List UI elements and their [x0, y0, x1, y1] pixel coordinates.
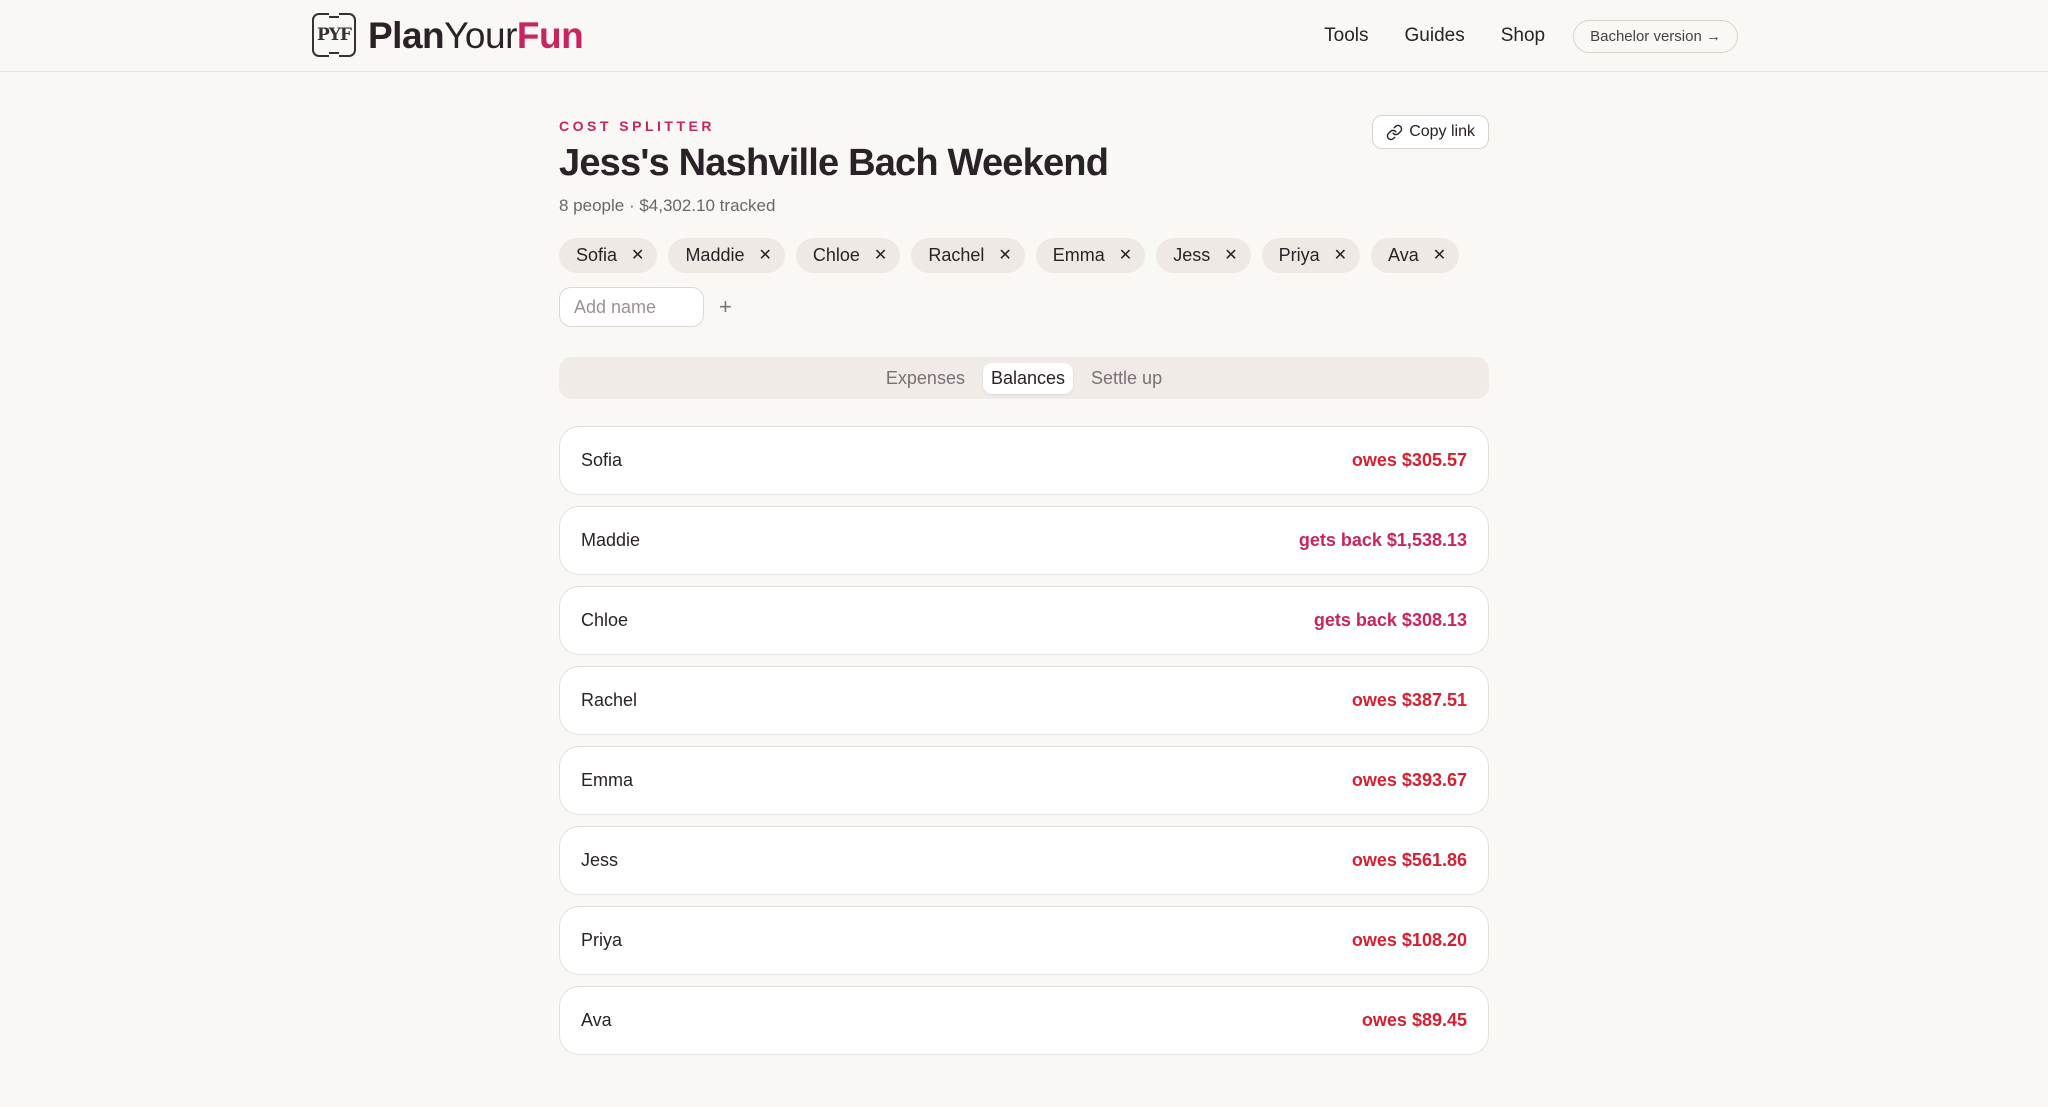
brand-name-plan: Plan	[368, 14, 445, 56]
balance-row: Sofia owes $305.57	[559, 426, 1489, 495]
logo-mark-text: PYF	[317, 25, 352, 45]
page-title: Jess's Nashville Bach Weekend	[559, 142, 1109, 184]
brand-name-your: Your	[444, 14, 517, 56]
logo-ticket-icon: PYF	[312, 11, 356, 59]
nav-link-shop[interactable]: Shop	[1501, 25, 1545, 47]
person-chip-label: Priya	[1278, 245, 1320, 265]
balance-person-name: Sofia	[581, 450, 623, 470]
link-icon	[1386, 124, 1403, 140]
cost-splitter-panel: COST SPLITTER Jess's Nashville Bach Week…	[559, 72, 1489, 1066]
person-chip-label: Emma	[1052, 245, 1105, 265]
balance-person-name: Jess	[581, 850, 619, 870]
balance-row: Priya owes $108.20	[559, 906, 1489, 975]
balance-row: Ava owes $89.45	[559, 986, 1489, 1055]
main-nav: Tools Guides Shop Bachelor version →	[1288, 0, 1738, 72]
person-chip-label: Maddie	[685, 245, 745, 265]
bachelor-version-button[interactable]: Bachelor version →	[1573, 19, 1738, 53]
person-chip: Emma ✕	[1035, 238, 1146, 273]
balance-row: Jess owes $561.86	[559, 826, 1489, 895]
balance-person-name: Ava	[581, 1010, 612, 1030]
top-navigation-bar: PYF PlanYourFun Tools Guides Shop Bachel…	[0, 0, 2048, 72]
person-chip: Maddie ✕	[668, 238, 785, 273]
balance-amount: gets back $1,538.13	[1298, 530, 1467, 550]
close-icon[interactable]: ✕	[874, 247, 887, 264]
tab-balances[interactable]: Balances	[982, 362, 1074, 394]
view-tabs: Expenses Balances Settle up	[559, 357, 1489, 399]
balance-amount: owes $393.67	[1351, 770, 1467, 790]
add-person-row: +	[559, 287, 1489, 327]
trip-summary: 8 people · $4,302.10 tracked	[559, 196, 776, 215]
people-chips: Sofia ✕ Maddie ✕ Chloe ✕ Rachel ✕ Emma ✕…	[559, 238, 1489, 273]
person-chip: Rachel ✕	[911, 238, 1025, 273]
copy-link-label: Copy link	[1409, 123, 1475, 140]
add-name-input[interactable]	[559, 287, 704, 327]
balance-row: Rachel owes $387.51	[559, 666, 1489, 735]
close-icon[interactable]: ✕	[1224, 247, 1237, 264]
close-icon[interactable]: ✕	[1119, 247, 1132, 264]
balance-person-name: Priya	[581, 930, 623, 950]
close-icon[interactable]: ✕	[1334, 247, 1347, 264]
close-icon[interactable]: ✕	[631, 247, 644, 264]
balance-amount: owes $108.20	[1351, 930, 1467, 950]
balance-person-name: Maddie	[581, 530, 641, 550]
person-chip-label: Jess	[1173, 245, 1211, 265]
nav-link-guides[interactable]: Guides	[1405, 25, 1465, 47]
balance-row: Emma owes $393.67	[559, 746, 1489, 815]
person-chip-label: Sofia	[576, 245, 618, 265]
close-icon[interactable]: ✕	[1433, 247, 1446, 264]
balance-row: Maddie gets back $1,538.13	[559, 506, 1489, 575]
close-icon[interactable]: ✕	[758, 247, 771, 264]
section-eyebrow: COST SPLITTER	[559, 118, 715, 134]
person-chip: Chloe ✕	[795, 238, 901, 273]
balance-person-name: Emma	[581, 770, 634, 790]
copy-link-button[interactable]: Copy link	[1372, 115, 1489, 149]
person-chip: Ava ✕	[1371, 238, 1460, 273]
brand-name-fun: Fun	[516, 14, 584, 56]
balances-list: Sofia owes $305.57 Maddie gets back $1,5…	[559, 426, 1489, 1055]
brand-name: PlanYourFun	[368, 14, 584, 56]
tab-settle-up[interactable]: Settle up	[1083, 363, 1170, 394]
person-chip: Jess ✕	[1156, 238, 1251, 273]
balance-amount: owes $561.86	[1351, 850, 1467, 870]
tab-expenses[interactable]: Expenses	[878, 363, 973, 394]
close-icon[interactable]: ✕	[998, 247, 1011, 264]
person-chip: Sofia ✕	[559, 238, 658, 273]
balance-amount: owes $89.45	[1361, 1010, 1467, 1030]
person-chip-label: Chloe	[812, 245, 860, 265]
balance-amount: owes $387.51	[1351, 690, 1467, 710]
balance-person-name: Chloe	[581, 610, 629, 630]
brand-logo[interactable]: PYF PlanYourFun	[312, 11, 584, 59]
person-chip-label: Ava	[1388, 245, 1419, 265]
balance-amount: gets back $308.13	[1313, 610, 1467, 630]
balance-amount: owes $305.57	[1351, 450, 1467, 470]
nav-link-tools[interactable]: Tools	[1324, 25, 1368, 47]
person-chip: Priya ✕	[1261, 238, 1361, 273]
person-chip-label: Rachel	[928, 245, 985, 265]
balance-row: Chloe gets back $308.13	[559, 586, 1489, 655]
balance-person-name: Rachel	[581, 690, 638, 710]
plus-icon[interactable]: +	[719, 296, 732, 318]
